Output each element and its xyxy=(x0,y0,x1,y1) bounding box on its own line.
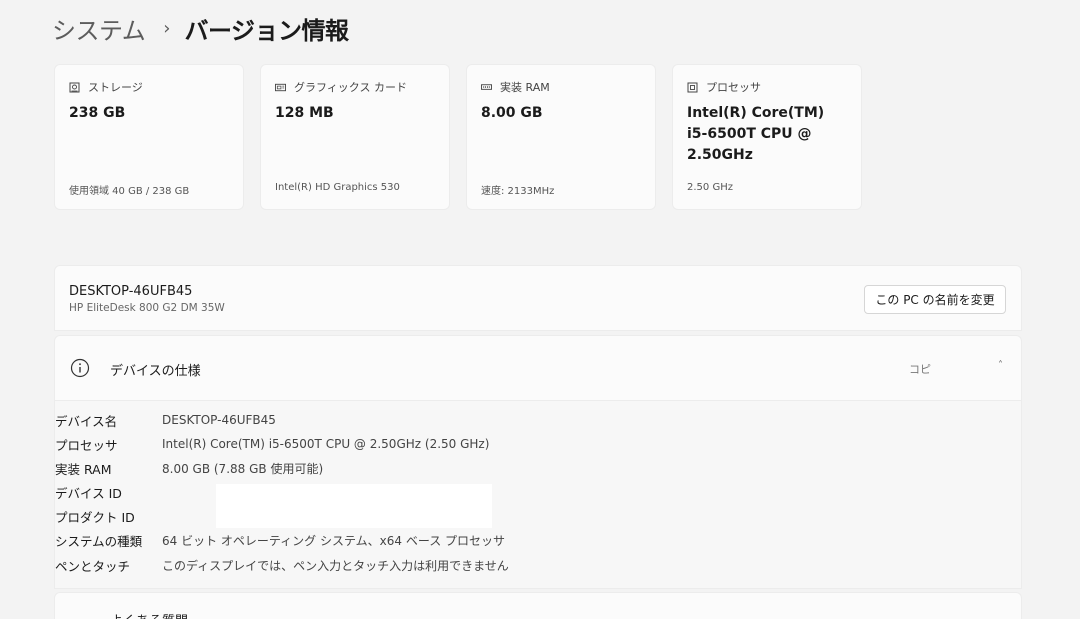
breadcrumb-system-link[interactable]: システム xyxy=(52,11,146,46)
storage-sub: 使用領域 40 GB / 238 GB xyxy=(69,186,190,197)
graphics-card-icon xyxy=(275,82,286,93)
spec-value: 8.00 GB (7.88 GB 使用可能) xyxy=(162,461,324,476)
spec-key: システムの種類 xyxy=(55,533,143,549)
processor-card: プロセッサ Intel(R) Core(TM) i5-6500T CPU @ 2… xyxy=(672,64,862,210)
info-icon xyxy=(70,358,90,378)
rename-pc-button[interactable]: この PC の名前を変更 xyxy=(864,285,1006,314)
device-specs-title: デバイスの仕様 xyxy=(110,364,201,379)
ram-card: 実装 RAM 8.00 GB 速度: 2133MHz xyxy=(466,64,656,210)
spec-key: デバイス ID xyxy=(55,485,122,501)
spec-value: DESKTOP-46UFB45 xyxy=(162,413,276,427)
processor-label: プロセッサ xyxy=(706,81,761,94)
spec-value: このディスプレイでは、ペン入力とタッチ入力は利用できません xyxy=(162,558,509,573)
redacted-id-area xyxy=(216,484,492,528)
device-specs-header[interactable]: デバイスの仕様 コピ ˄ xyxy=(54,335,1022,401)
spec-key: 実装 RAM xyxy=(55,461,112,477)
spec-row-device-id: デバイス ID xyxy=(55,482,162,502)
storage-card: ストレージ 238 GB 使用領域 40 GB / 238 GB xyxy=(54,64,244,210)
processor-value: Intel(R) Core(TM) i5-6500T CPU @ 2.50GHz xyxy=(687,105,825,163)
spec-key: デバイス名 xyxy=(55,413,118,429)
storage-label: ストレージ xyxy=(88,81,143,94)
processor-sub: 2.50 GHz xyxy=(687,182,733,193)
graphics-card: グラフィックス カード 128 MB Intel(R) HD Graphics … xyxy=(260,64,450,210)
device-name-panel: DESKTOP-46UFB45 HP EliteDesk 800 G2 DM 3… xyxy=(54,265,1022,331)
spec-row-device-name: デバイス名 DESKTOP-46UFB45 xyxy=(55,410,276,430)
breadcrumb-chevron-icon: › xyxy=(163,17,171,39)
spec-key: ペンとタッチ xyxy=(55,558,131,574)
ram-label: 実装 RAM xyxy=(500,81,550,94)
faq-panel[interactable]: よくある質問 xyxy=(54,592,1022,619)
spec-row-processor: プロセッサ Intel(R) Core(TM) i5-6500T CPU @ 2… xyxy=(55,434,489,454)
device-model: HP EliteDesk 800 G2 DM 35W xyxy=(69,302,225,314)
spec-row-pen-touch: ペンとタッチ このディスプレイでは、ペン入力とタッチ入力は利用できません xyxy=(55,555,509,575)
page-title: バージョン情報 xyxy=(184,16,349,45)
spec-key: プロダクト ID xyxy=(55,509,135,525)
copy-button[interactable]: コピ xyxy=(909,361,931,377)
breadcrumb: システム › バージョン情報 xyxy=(52,10,349,46)
ram-sub: 速度: 2133MHz xyxy=(481,186,555,197)
storage-icon xyxy=(69,82,80,93)
device-name: DESKTOP-46UFB45 xyxy=(69,284,193,299)
ram-value: 8.00 GB xyxy=(481,105,543,121)
spec-row-system-type: システムの種類 64 ビット オペレーティング システム、x64 ベース プロセ… xyxy=(55,530,505,550)
faq-label: よくある質問 xyxy=(110,610,188,619)
processor-icon xyxy=(687,82,698,93)
ram-icon xyxy=(481,82,492,93)
graphics-sub: Intel(R) HD Graphics 530 xyxy=(275,182,400,193)
storage-value: 238 GB xyxy=(69,105,126,121)
spec-row-ram: 実装 RAM 8.00 GB (7.88 GB 使用可能) xyxy=(55,458,323,478)
spec-row-product-id: プロダクト ID xyxy=(55,506,162,526)
spec-value: Intel(R) Core(TM) i5-6500T CPU @ 2.50GHz… xyxy=(162,437,490,451)
spec-value: 64 ビット オペレーティング システム、x64 ベース プロセッサ xyxy=(162,533,506,548)
collapse-chevron-icon[interactable]: ˄ xyxy=(998,360,1003,371)
graphics-value: 128 MB xyxy=(275,105,334,121)
spec-key: プロセッサ xyxy=(55,437,118,453)
graphics-label: グラフィックス カード xyxy=(294,81,407,94)
